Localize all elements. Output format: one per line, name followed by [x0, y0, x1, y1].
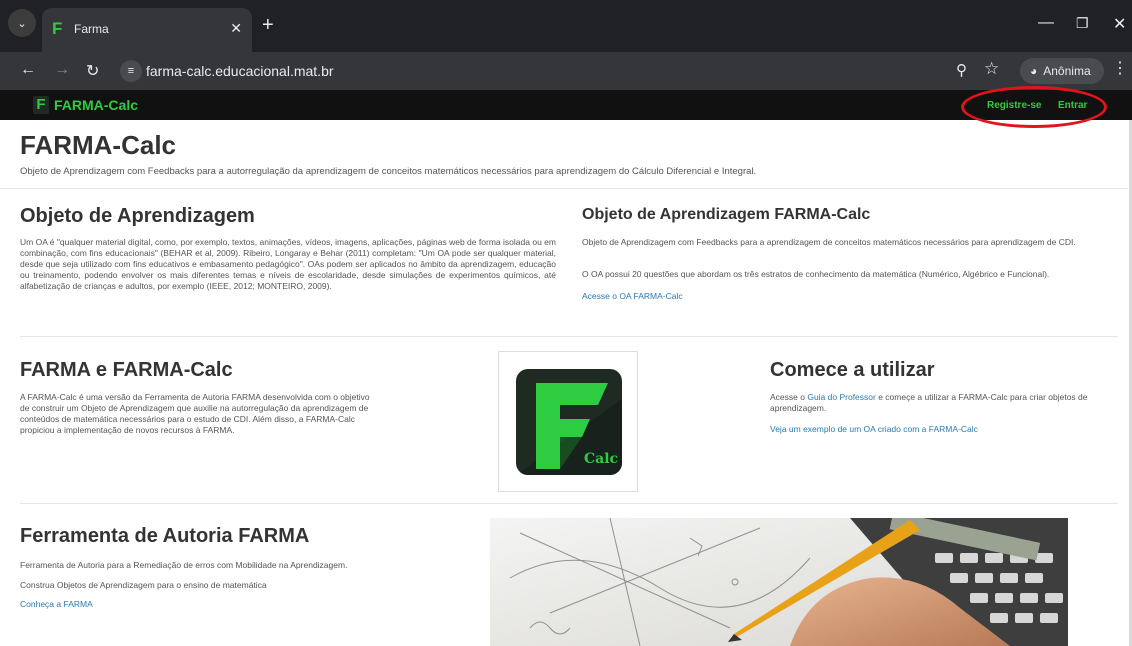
start-text-before: Acesse o: [770, 392, 808, 402]
bookmark-star-icon[interactable]: ☆: [984, 59, 999, 79]
incognito-label: Anônima: [1043, 64, 1091, 78]
address-bar[interactable]: ≡ farma-calc.educacional.mat.br ⚲ ☆ ◕ An…: [110, 56, 1110, 86]
restore-icon[interactable]: ❐: [1076, 15, 1089, 32]
section-title-oa: Objeto de Aprendizagem: [20, 205, 255, 227]
section-text-farma-calc: A FARMA-Calc é uma versão da Ferramenta …: [20, 392, 370, 435]
browser-toolbar: ← → ↻ ≡ farma-calc.educacional.mat.br ⚲ …: [0, 52, 1132, 90]
browser-tab-bar: ⌄ F Farma ✕ + — ❐ ✕: [0, 0, 1132, 52]
close-window-icon[interactable]: ✕: [1113, 14, 1126, 34]
page-title: FARMA-Calc: [20, 130, 177, 160]
section-text-tool-1: Ferramenta de Autoria para a Remediação …: [20, 560, 348, 570]
guide-link[interactable]: Guia do Professor: [807, 392, 876, 402]
site-info-icon[interactable]: ≡: [120, 60, 142, 82]
section-title-tool: Ferramenta de Autoria FARMA: [20, 525, 310, 547]
incognito-button[interactable]: ◕ Anônima: [1020, 58, 1104, 84]
brand-logo-icon[interactable]: F: [33, 96, 49, 114]
section-text-tool-2: Construa Objetos de Aprendizagem para o …: [20, 580, 267, 590]
section-text-oa-farma-2: O OA possui 20 questões que abordam os t…: [582, 269, 1050, 279]
divider: [20, 503, 1118, 504]
brand-link[interactable]: FARMA-Calc: [54, 97, 138, 113]
section-title-farma-calc: FARMA e FARMA-Calc: [20, 359, 233, 381]
red-annotation-circle: [961, 86, 1107, 128]
farma-calc-logo: Calc: [498, 351, 638, 492]
section-text-start: Acesse o Guia do Professor e começe a ut…: [770, 392, 1115, 414]
minimize-icon[interactable]: —: [1038, 14, 1054, 32]
forward-icon[interactable]: →: [54, 61, 70, 79]
zoom-icon[interactable]: ⚲: [956, 61, 967, 79]
logo-calc-text: Calc: [584, 451, 619, 467]
access-oa-link[interactable]: Acesse o OA FARMA-Calc: [582, 291, 683, 301]
section-text-oa-farma-1: Objeto de Aprendizagem com Feedbacks par…: [582, 237, 1076, 247]
section-title-start: Comece a utilizar: [770, 359, 935, 381]
back-icon[interactable]: ←: [20, 61, 36, 79]
tab-search-icon[interactable]: ⌄: [8, 9, 36, 37]
browser-tab[interactable]: F Farma ✕: [42, 8, 252, 52]
url-text[interactable]: farma-calc.educacional.mat.br: [146, 63, 334, 79]
divider: [20, 336, 1118, 337]
page-subtitle: Objeto de Aprendizagem com Feedbacks par…: [20, 166, 757, 177]
example-oa-link[interactable]: Veja um exemplo de um OA criado com a FA…: [770, 424, 978, 434]
close-tab-icon[interactable]: ✕: [230, 20, 242, 37]
calculator-pencil-photo: [490, 518, 1068, 646]
favicon-icon: F: [52, 19, 63, 38]
divider: [0, 188, 1128, 189]
incognito-icon: ◕: [1030, 64, 1038, 78]
menu-kebab-icon[interactable]: ⋮: [1112, 58, 1128, 78]
section-text-oa: Um OA é "qualquer material digital, como…: [20, 237, 556, 291]
tab-title: Farma: [74, 22, 109, 36]
photo-illustration: [490, 518, 1068, 646]
reload-icon[interactable]: ↻: [86, 61, 99, 81]
farma-link[interactable]: Conheça a FARMA: [20, 599, 93, 609]
new-tab-icon[interactable]: +: [262, 15, 274, 35]
section-title-oa-farma: Objeto de Aprendizagem FARMA-Calc: [582, 206, 871, 223]
logo-square: Calc: [516, 369, 622, 475]
